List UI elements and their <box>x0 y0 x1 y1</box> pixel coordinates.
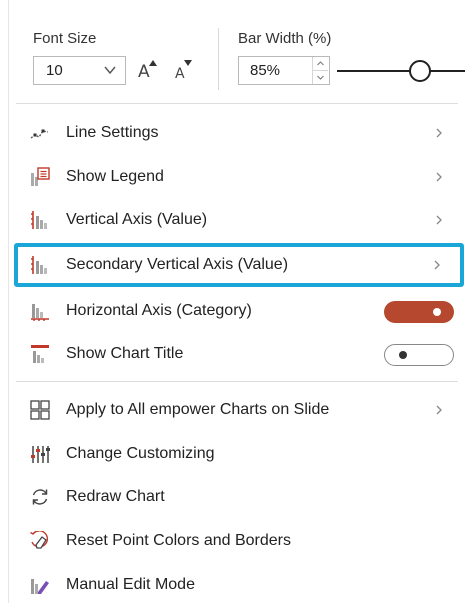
menu-item-label: Change Customizing <box>66 445 215 462</box>
bar-width-value: 85% <box>250 62 281 79</box>
menu-item-label: Show Chart Title <box>66 345 184 362</box>
menu-item-secondary-vertical-axis[interactable]: Secondary Vertical Axis (Value) <box>14 243 464 287</box>
grow-font-button[interactable]: A <box>135 58 159 84</box>
menu-item-reset-point-colors[interactable]: Reset Point Colors and Borders <box>16 521 458 561</box>
menu-item-label: Redraw Chart <box>66 488 165 505</box>
grid-icon <box>30 400 50 420</box>
panel-left-border <box>8 0 9 603</box>
spin-buttons <box>312 57 329 84</box>
spin-up-button[interactable] <box>313 57 328 71</box>
shrink-font-icon: A <box>175 66 185 82</box>
bar-width-input[interactable]: 85% <box>238 56 330 85</box>
menu-item-label: Manual Edit Mode <box>66 576 195 593</box>
spin-down-button[interactable] <box>313 71 328 84</box>
toolbar-divider <box>218 28 219 90</box>
toggle-knob <box>433 308 441 316</box>
menu-item-label: Show Legend <box>66 168 164 185</box>
font-size-value: 10 <box>46 62 63 79</box>
separator <box>16 381 458 382</box>
chevron-up-icon <box>317 61 324 66</box>
menu-item-apply-all[interactable]: Apply to All empower Charts on Slide <box>16 390 458 430</box>
menu-item-label: Secondary Vertical Axis (Value) <box>66 256 289 273</box>
menu-item-redraw-chart[interactable]: Redraw Chart <box>16 477 458 517</box>
separator <box>16 103 458 104</box>
line-chart-icon <box>30 129 49 139</box>
menu-item-label: Vertical Axis (Value) <box>66 211 208 228</box>
chevron-right-icon <box>436 405 442 415</box>
chevron-right-icon <box>436 215 442 225</box>
chart-settings-panel: Font Size 10 A A Bar Width (%) 85% Line … <box>0 0 465 603</box>
menu-item-change-customizing[interactable]: Change Customizing <box>16 434 458 474</box>
vertical-axis-icon <box>31 211 47 229</box>
menu-item-vertical-axis[interactable]: Vertical Axis (Value) <box>16 200 458 240</box>
menu-item-show-legend[interactable]: Show Legend <box>16 157 458 197</box>
toggle-knob <box>399 351 407 359</box>
menu-item-manual-edit-mode[interactable]: Manual Edit Mode <box>16 565 458 605</box>
horizontal-axis-toggle[interactable] <box>384 301 454 323</box>
menu-item-line-settings[interactable]: Line Settings <box>16 113 458 153</box>
shrink-font-button[interactable]: A <box>170 58 194 84</box>
horizontal-axis-icon <box>31 304 49 321</box>
font-size-label: Font Size <box>33 30 97 47</box>
menu-item-horizontal-axis[interactable]: Horizontal Axis (Category) <box>16 291 458 331</box>
slider-thumb[interactable] <box>409 60 431 82</box>
menu-item-label: Apply to All empower Charts on Slide <box>66 401 330 418</box>
chevron-down-icon <box>317 75 324 80</box>
menu-item-show-chart-title[interactable]: Show Chart Title <box>16 334 458 374</box>
chevron-down-icon <box>104 66 116 75</box>
refresh-icon <box>32 489 48 505</box>
secondary-vertical-axis-icon <box>31 256 47 274</box>
chevron-right-icon <box>436 128 442 138</box>
slider-track <box>337 70 465 72</box>
show-chart-title-toggle[interactable] <box>384 344 454 366</box>
legend-icon <box>31 167 50 186</box>
menu-item-label: Horizontal Axis (Category) <box>66 302 252 319</box>
triangle-down-icon <box>184 60 192 66</box>
bar-width-label: Bar Width (%) <box>238 30 332 47</box>
chevron-right-icon <box>434 260 440 270</box>
grow-font-icon: A <box>138 62 150 82</box>
customize-sliders-icon <box>31 446 50 463</box>
font-size-dropdown[interactable]: 10 <box>33 56 126 85</box>
manual-edit-pencil-icon <box>31 579 49 594</box>
menu-item-label: Reset Point Colors and Borders <box>66 532 291 549</box>
chevron-right-icon <box>436 172 442 182</box>
bar-width-slider[interactable] <box>337 58 465 84</box>
chart-title-icon <box>31 345 49 363</box>
menu-item-label: Line Settings <box>66 124 159 141</box>
eraser-icon <box>30 531 48 549</box>
triangle-up-icon <box>149 60 157 66</box>
